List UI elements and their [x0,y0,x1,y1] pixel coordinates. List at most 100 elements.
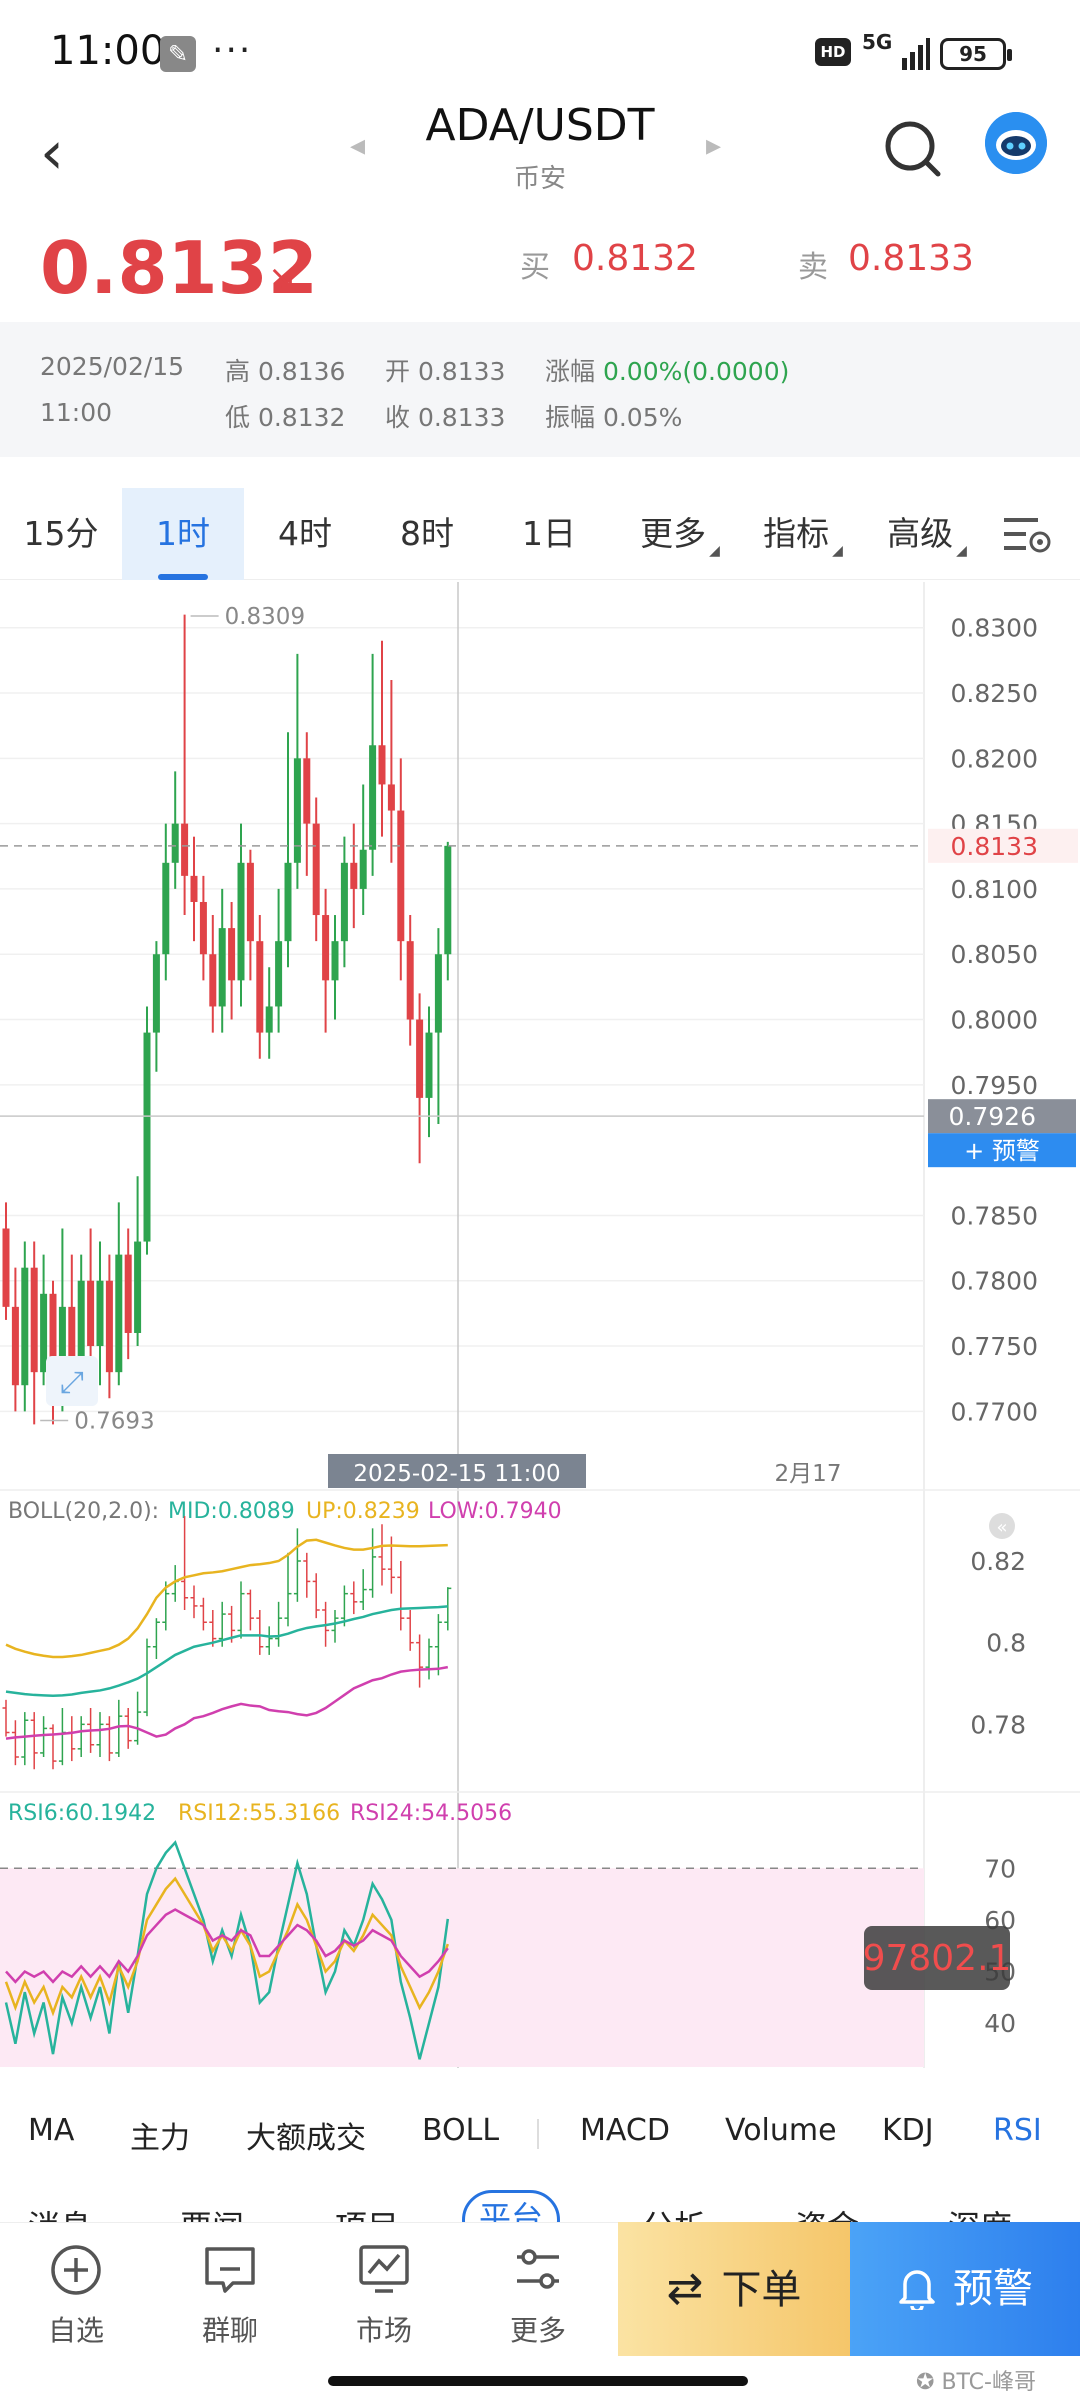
candle-body [152,954,160,1033]
news-tab[interactable]: 项目 [335,2202,399,2222]
rsi-series-label: RSI6:60.1942 [8,1801,156,1826]
min-label: 0.7693 [74,1408,154,1434]
ask-label: 卖 [798,250,828,285]
nav-group-chat[interactable]: 群聊 [170,2223,290,2361]
candle-body [350,862,358,889]
tab-4h[interactable]: 4时 [244,488,366,580]
price-row: 0.8132 ↘ 买 0.8132 卖 0.8133 [0,220,1080,320]
prev-pair-icon[interactable]: ◂ [350,128,365,163]
chart-settings-icon[interactable] [1002,514,1052,556]
news-tab[interactable]: 资金 [795,2202,859,2222]
expand-icon: ⤢ [60,1365,84,1400]
candle-body [378,745,386,785]
max-label: 0.8309 [225,604,305,630]
nav-more[interactable]: 更多 [478,2223,598,2361]
chart-area[interactable]: 0.8300 0.8250 0.8200 0.8150 0.8100 0.8050 0.80… [0,582,1080,2092]
last-price-tag: 0.8133 [951,832,1038,861]
hd-badge: HD [815,38,851,66]
boll-line-mid [5,1605,448,1698]
tab-indicators[interactable]: 指标 ◢ [748,488,858,580]
timeframe-bar: 15分 1时 4时 8时 1日 更多 ◢ 指标 ◢ 高级 ◢ [0,488,1080,580]
ind-tab-volume[interactable]: Volume [725,2113,837,2148]
next-pair-icon[interactable]: ▸ [706,128,721,163]
news-tab[interactable]: 消息 [28,2202,92,2222]
y-tick-label: 0.8200 [951,744,1038,773]
tab-more[interactable]: 更多 ◢ [625,488,735,580]
candle-body [171,823,179,863]
nav-watchlist[interactable]: 自选 [16,2223,136,2361]
y-tick-label: 0.8250 [951,679,1038,708]
news-tabs: 消息 要闻 项目 平台 分析 资金 深度 [0,2182,1080,2222]
candle-body [124,1254,132,1333]
bell-icon [899,2270,935,2313]
pair-title[interactable]: ADA/USDT [420,100,660,151]
tab-1d[interactable]: 1日 [488,488,610,580]
y-tick-label: 0.8300 [951,614,1038,643]
candle-body [134,1241,142,1333]
ind-tab-large-trades[interactable]: 大额成交 [246,2113,366,2157]
candle-body [209,954,217,1007]
collapse-icon: « [996,1517,1007,1538]
rsi-y-tick: 40 [984,2009,1016,2038]
chat-icon [205,2247,255,2293]
tab-8h[interactable]: 8时 [366,488,488,580]
news-tab[interactable]: 要闻 [180,2202,244,2222]
candle-body [246,862,254,942]
candle-body [322,915,330,981]
alert-button[interactable]: 预警 [850,2222,1080,2356]
home-indicator [328,2376,748,2386]
ind-tab-boll[interactable]: BOLL [422,2113,499,2148]
order-button[interactable]: ⇄ 下单 [618,2222,850,2356]
rsi-y-tick: 70 [984,1854,1016,1883]
y-tick-label: 0.8000 [951,1006,1038,1035]
ind-tab-macd[interactable]: MACD [580,2113,670,2148]
candle-body [303,758,311,824]
candle-body [199,901,207,955]
ind-tab-kdj[interactable]: KDJ [882,2113,934,2148]
sliders-icon [517,2249,559,2289]
candle-body [416,1019,424,1098]
candle-body [87,1280,95,1347]
ask-price: 0.8133 [848,238,974,279]
nav-market[interactable]: 市场 [324,2223,444,2361]
chart-svg[interactable]: 0.83000.82500.82000.81500.81000.80500.80… [0,582,1080,2092]
ohlc-stats: 2025/02/15 11:00 高 0.8136 低 0.8132 开 0.8… [0,322,1080,457]
candle-body [293,758,301,863]
candle-body [359,849,367,889]
candle-body [397,810,405,942]
boll-y-tick: 0.82 [970,1547,1026,1576]
price-overlay: 97802.1 [863,1938,1012,1979]
stat-close: 收 0.8133 [385,403,506,432]
signal-icon [902,38,930,70]
swap-arrows-icon: ⇄ [666,2263,704,2314]
dropdown-icon: ◢ [832,543,843,559]
candle-body [444,845,452,955]
news-tab-active[interactable]: 平台 [462,2190,561,2222]
ind-tab-rsi[interactable]: RSI [993,2113,1042,2148]
candle-body [190,875,198,902]
candle-body [256,941,264,1033]
tab-advanced[interactable]: 高级 ◢ [872,488,982,580]
candle-body [425,1032,433,1098]
chevron-left-icon[interactable]: ‹ [40,118,64,188]
candle-body [96,1280,104,1347]
candle-body [228,928,236,981]
candle-body [115,1254,123,1373]
stat-change-label: 涨幅 [545,357,603,386]
news-tab[interactable]: 分析 [642,2202,706,2222]
stat-change-value: 0.00%(0.0000) [602,357,790,386]
robot-avatar-icon[interactable] [985,112,1047,174]
tab-1h[interactable]: 1时 [122,488,244,580]
ind-tab-main[interactable]: 主力 [130,2113,190,2157]
candle-body [30,1267,38,1373]
news-tab[interactable]: 深度 [948,2202,1012,2222]
y-tick-label: 0.8100 [951,875,1038,904]
search-icon[interactable] [880,116,946,182]
ind-tab-ma[interactable]: MA [28,2113,74,2148]
rsi-series-label: RSI24:54.5056 [350,1801,512,1826]
tab-divider [537,2119,539,2149]
stat-amplitude: 振幅 0.05% [545,403,683,432]
plus-circle-icon [51,2245,101,2295]
candle-body [434,954,442,1033]
tab-15m[interactable]: 15分 [0,488,122,580]
